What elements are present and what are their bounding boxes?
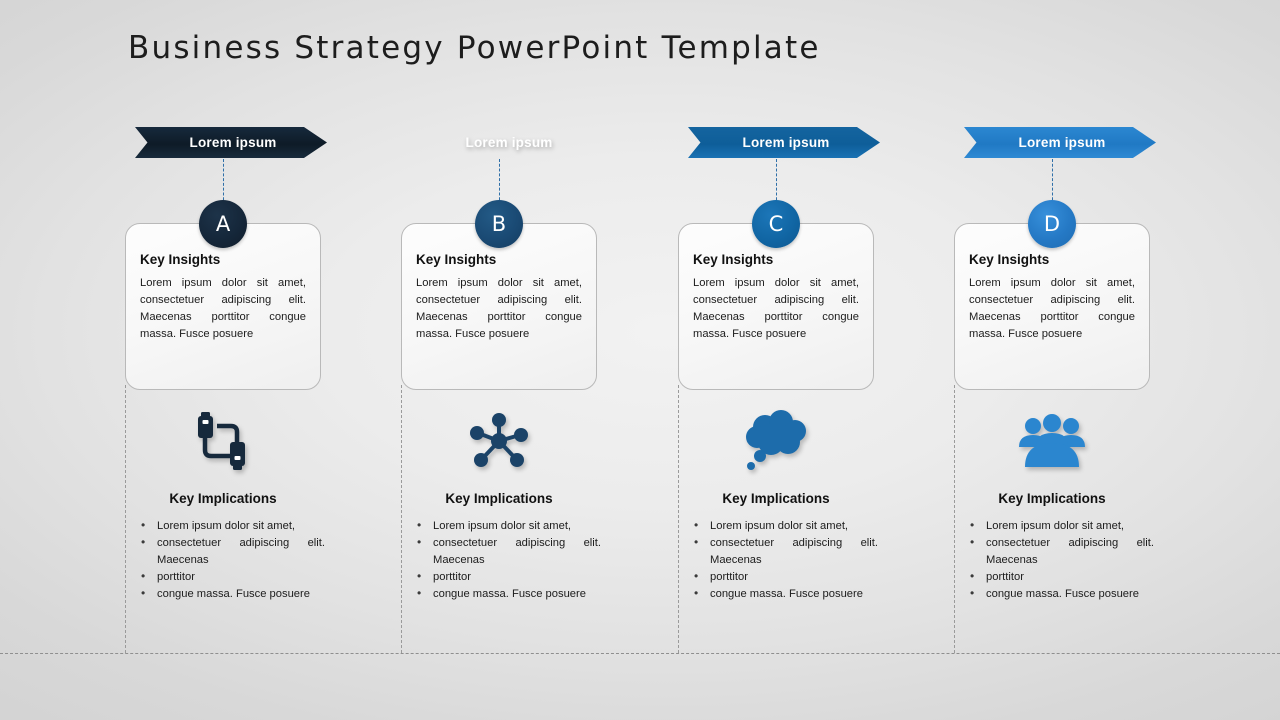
key-implications-list-a: Lorem ipsum dolor sit amet, consectetuer… xyxy=(137,517,325,603)
list-item: porttitor xyxy=(413,568,601,586)
key-insights-body: Lorem ipsum dolor sit amet, consectetuer… xyxy=(416,277,582,340)
key-insights-body: Lorem ipsum dolor sit amet, consectetuer… xyxy=(140,277,306,340)
column-banner-c[interactable]: Lorem ipsum xyxy=(688,127,880,158)
key-insights-title: Key Insights xyxy=(969,252,1050,267)
step-letter-circle-d: D xyxy=(1028,200,1076,248)
column-banner-a[interactable]: Lorem ipsum xyxy=(135,127,327,158)
strategy-column-a: Lorem ipsum A Key Insights Lorem ipsum d… xyxy=(125,0,401,720)
step-letter-circle-a: A xyxy=(199,200,247,248)
key-implications-title: Key Implications xyxy=(998,491,1106,506)
key-implications-list-d: Lorem ipsum dolor sit amet, consectetuer… xyxy=(966,517,1154,603)
banner-label: Lorem ipsum xyxy=(1018,135,1106,150)
list-item: consectetuer adipiscing elit. Maecenas xyxy=(966,534,1154,569)
key-insights-card-b: Key Insights Lorem ipsum dolor sit amet,… xyxy=(401,223,597,390)
key-insights-body: Lorem ipsum dolor sit amet, consectetuer… xyxy=(693,277,859,340)
list-item: consectetuer adipiscing elit. Maecenas xyxy=(137,534,325,569)
list-item: Lorem ipsum dolor sit amet, xyxy=(413,517,601,535)
banner-to-circle-connector xyxy=(499,159,500,205)
list-item: porttitor xyxy=(690,568,878,586)
column-banner-d[interactable]: Lorem ipsum xyxy=(964,127,1156,158)
strategy-column-c: Lorem ipsum C Key Insights Lorem ipsum d… xyxy=(678,0,954,720)
key-implications-title: Key Implications xyxy=(169,491,277,506)
banner-to-circle-connector xyxy=(776,159,777,205)
list-item: congue massa. Fusce posuere xyxy=(413,585,601,603)
key-implications-title: Key Implications xyxy=(445,491,553,506)
banner-to-circle-connector xyxy=(1052,159,1053,205)
list-item: consectetuer adipiscing elit. Maecenas xyxy=(413,534,601,569)
list-item: consectetuer adipiscing elit. Maecenas xyxy=(690,534,878,569)
key-insights-title: Key Insights xyxy=(416,252,497,267)
team-group-icon xyxy=(954,405,1150,477)
list-item: congue massa. Fusce posuere xyxy=(966,585,1154,603)
list-item: congue massa. Fusce posuere xyxy=(690,585,878,603)
list-item: porttitor xyxy=(137,568,325,586)
key-implications-list-b: Lorem ipsum dolor sit amet, consectetuer… xyxy=(413,517,601,603)
key-insights-card-c: Key Insights Lorem ipsum dolor sit amet,… xyxy=(678,223,874,390)
usb-cable-icon xyxy=(125,405,321,477)
strategy-column-d: Lorem ipsum D Key Insights Lorem ipsum d… xyxy=(954,0,1230,720)
thought-cloud-icon xyxy=(678,405,874,477)
key-implications-title: Key Implications xyxy=(722,491,830,506)
list-item: Lorem ipsum dolor sit amet, xyxy=(690,517,878,535)
step-letter-circle-b: B xyxy=(475,200,523,248)
column-banner-b[interactable]: Lorem ipsum xyxy=(411,127,603,158)
list-item: porttitor xyxy=(966,568,1154,586)
banner-label: Lorem ipsum xyxy=(742,135,830,150)
banner-label: Lorem ipsum xyxy=(465,135,553,150)
banner-label: Lorem ipsum xyxy=(189,135,277,150)
key-insights-title: Key Insights xyxy=(693,252,774,267)
key-insights-card-a: Key Insights Lorem ipsum dolor sit amet,… xyxy=(125,223,321,390)
key-insights-title: Key Insights xyxy=(140,252,221,267)
list-item: Lorem ipsum dolor sit amet, xyxy=(966,517,1154,535)
key-insights-card-d: Key Insights Lorem ipsum dolor sit amet,… xyxy=(954,223,1150,390)
key-implications-list-c: Lorem ipsum dolor sit amet, consectetuer… xyxy=(690,517,878,603)
list-item: Lorem ipsum dolor sit amet, xyxy=(137,517,325,535)
network-hub-icon xyxy=(401,405,597,477)
key-insights-body: Lorem ipsum dolor sit amet, consectetuer… xyxy=(969,277,1135,340)
banner-to-circle-connector xyxy=(223,159,224,205)
list-item: congue massa. Fusce posuere xyxy=(137,585,325,603)
step-letter-circle-c: C xyxy=(752,200,800,248)
strategy-column-b: Lorem ipsum B Key Insights Lorem ipsum d… xyxy=(401,0,677,720)
